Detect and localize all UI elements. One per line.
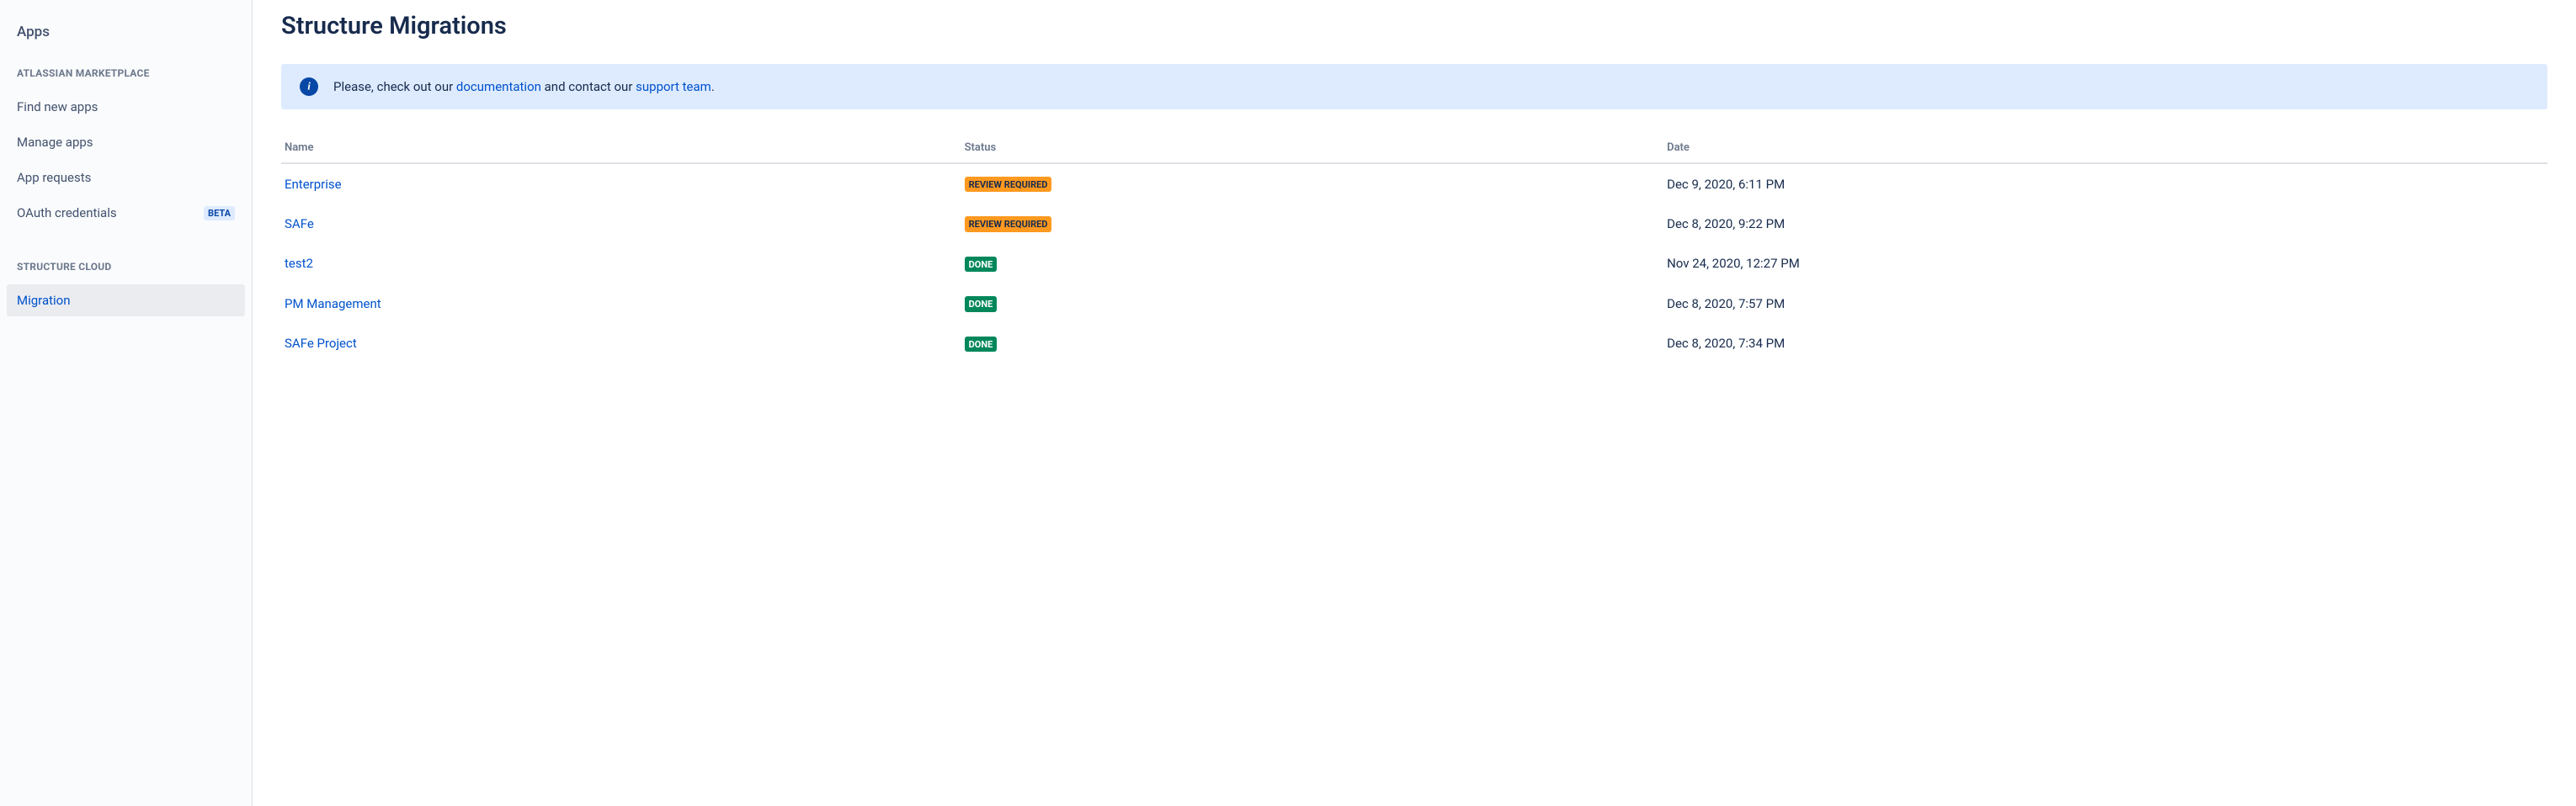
banner-link[interactable]: support team [636,79,711,94]
status-badge: REVIEW REQUIRED [965,216,1052,231]
sidebar-title: Apps [7,15,245,59]
info-banner: Please, check out our documentation and … [281,64,2547,109]
sidebar-item-app-requests[interactable]: App requests [7,162,245,194]
migration-link[interactable]: Enterprise [285,177,342,192]
main-content: Structure Migrations Please, check out o… [253,0,2576,806]
sidebar: Apps ATLASSIAN MARKETPLACE Find new apps M… [0,0,253,806]
table-row: SAFe REVIEW REQUIRED Dec 8, 2020, 9:22 PM [281,204,2547,243]
migration-link[interactable]: SAFe Project [285,336,357,351]
sidebar-item-label: Migration [17,293,71,308]
info-icon [300,77,318,96]
sidebar-item-label: App requests [17,170,91,185]
status-badge: DONE [965,257,998,272]
beta-badge: BETA [204,206,235,220]
sidebar-item-manage-apps[interactable]: Manage apps [7,126,245,158]
migration-date: Dec 8, 2020, 9:22 PM [1663,204,2547,243]
sidebar-item-label: OAuth credentials [17,205,117,220]
sidebar-item-oauth-credentials[interactable]: OAuth credentials BETA [7,197,245,229]
info-banner-text: Please, check out our documentation and … [333,79,715,94]
migration-date: Dec 8, 2020, 7:57 PM [1663,284,2547,323]
sidebar-item-find-new-apps[interactable]: Find new apps [7,91,245,123]
migration-link[interactable]: test2 [285,256,313,271]
status-badge: DONE [965,337,998,352]
sidebar-item-migration[interactable]: Migration [7,284,245,316]
column-header-date: Date [1663,135,2547,163]
table-row: SAFe Project DONE Dec 8, 2020, 7:34 PM [281,324,2547,363]
banner-link[interactable]: documentation [456,79,541,94]
migration-link[interactable]: SAFe [285,216,314,231]
sidebar-item-label: Find new apps [17,99,98,114]
column-header-name: Name [281,135,961,163]
page-title: Structure Migrations [281,12,2547,40]
migration-link[interactable]: PM Management [285,296,381,311]
table-row: PM Management DONE Dec 8, 2020, 7:57 PM [281,284,2547,323]
sidebar-item-label: Manage apps [17,135,93,150]
migrations-table: Name Status Date Enterprise REVIEW REQUIR… [281,135,2547,363]
column-header-status: Status [961,135,1664,163]
migration-date: Dec 8, 2020, 7:34 PM [1663,324,2547,363]
sidebar-group-header: STRUCTURE CLOUD [7,252,245,281]
table-row: test2 DONE Nov 24, 2020, 12:27 PM [281,244,2547,284]
sidebar-group-header: ATLASSIAN MARKETPLACE [7,59,245,87]
migration-date: Dec 9, 2020, 6:11 PM [1663,163,2547,204]
status-badge: REVIEW REQUIRED [965,177,1052,192]
status-badge: DONE [965,296,998,311]
migration-date: Nov 24, 2020, 12:27 PM [1663,244,2547,284]
table-row: Enterprise REVIEW REQUIRED Dec 9, 2020, 6:… [281,163,2547,204]
